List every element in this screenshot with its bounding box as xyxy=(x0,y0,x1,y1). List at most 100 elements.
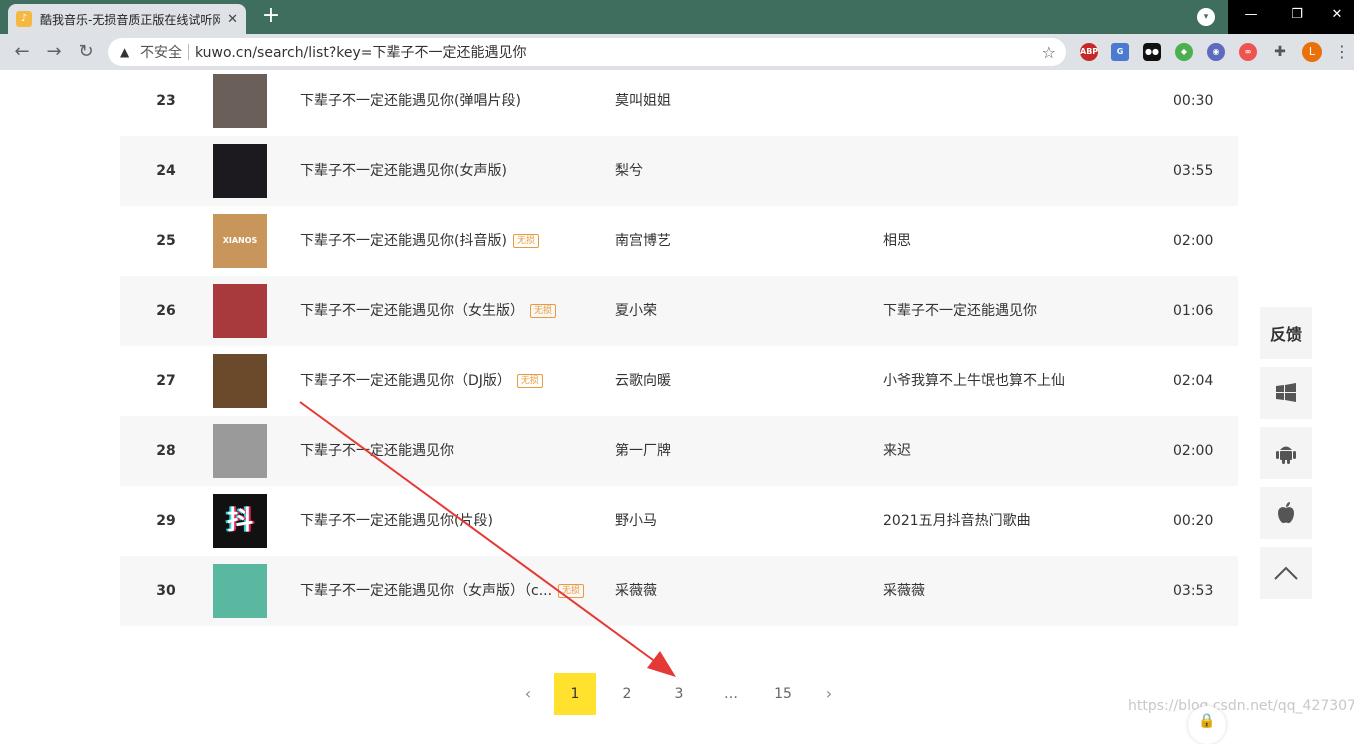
lossless-badge: 无损 xyxy=(530,304,557,318)
song-title-text[interactable]: 下辈子不一定还能遇见你(抖音版) xyxy=(300,233,507,249)
song-artist[interactable]: 南宫博艺 xyxy=(615,206,671,276)
song-row[interactable]: 29 抖 下辈子不一定还能遇见你(片段) 野小马 2021五月抖音热门歌曲 00… xyxy=(120,486,1238,556)
song-row[interactable]: 28 下辈子不一定还能遇见你 第一厂牌 来迟 02:00 xyxy=(120,416,1238,486)
song-title-text[interactable]: 下辈子不一定还能遇见你（女声版）（c... xyxy=(300,583,552,599)
browser-titlebar: ♪ 酷我音乐-无损音质正版在线试听网站 ✕ + ▾ — ❐ ✕ xyxy=(0,0,1354,34)
song-title[interactable]: 下辈子不一定还能遇见你(片段) xyxy=(300,486,493,556)
song-cover-image[interactable] xyxy=(213,354,267,408)
forward-arrow-icon[interactable]: → xyxy=(42,40,66,64)
song-title[interactable]: 下辈子不一定还能遇见你（女生版） 无损 xyxy=(300,276,557,346)
song-album[interactable]: 2021五月抖音热门歌曲 xyxy=(883,486,1031,556)
back-arrow-icon[interactable]: ← xyxy=(10,40,34,64)
window-maximize-button[interactable]: ❐ xyxy=(1274,0,1320,34)
next-page-button[interactable]: › xyxy=(808,673,850,715)
infinity-extension-icon[interactable]: ∞ xyxy=(1239,43,1257,61)
song-title[interactable]: 下辈子不一定还能遇见你(弹唱片段) xyxy=(300,66,521,136)
song-index: 28 xyxy=(156,443,176,459)
song-duration: 03:53 xyxy=(1173,583,1214,599)
song-row[interactable]: 25 XIANOS 下辈子不一定还能遇见你(抖音版) 无损 南宫博艺 相思 02:… xyxy=(120,206,1238,276)
browser-toolbar: ← → ↻ ▲ 不安全 kuwo.cn/search/list?key=下辈子不… xyxy=(0,34,1354,70)
extension-icon[interactable]: ◉ xyxy=(1207,43,1225,61)
window-minimize-button[interactable]: — xyxy=(1228,0,1274,34)
song-album[interactable]: 来迟 xyxy=(883,416,911,486)
song-cover-image[interactable]: XIANOS xyxy=(213,214,267,268)
song-cover-image[interactable]: 抖 xyxy=(213,494,267,548)
window-close-button[interactable]: ✕ xyxy=(1320,0,1354,34)
tab-search-icon[interactable]: ▾ xyxy=(1197,8,1215,26)
song-row[interactable]: 30 下辈子不一定还能遇见你（女声版）（c... 无损 采薇薇 采薇薇 03:53 xyxy=(120,556,1238,626)
song-album[interactable]: 小爷我算不上牛氓也算不上仙 xyxy=(883,346,1065,416)
bookmark-star-icon[interactable]: ☆ xyxy=(1042,43,1056,62)
puzzle-extensions-icon[interactable]: ✚ xyxy=(1271,43,1289,61)
song-album[interactable]: 相思 xyxy=(883,206,911,276)
song-title-text[interactable]: 下辈子不一定还能遇见你（女生版） xyxy=(300,303,524,319)
song-duration: 03:55 xyxy=(1173,163,1214,179)
page-2-button[interactable]: 2 xyxy=(606,673,648,715)
song-row[interactable]: 26 下辈子不一定还能遇见你（女生版） 无损 夏小荣 下辈子不一定还能遇见你 01… xyxy=(120,276,1238,346)
song-cover-image[interactable] xyxy=(213,144,267,198)
adblock-extension-icon[interactable]: ABP xyxy=(1080,43,1098,61)
browser-menu-icon[interactable]: ⋮ xyxy=(1334,42,1350,61)
csdn-watermark: https://blog.csdn.net/qq_42730750 xyxy=(1128,698,1354,714)
song-artist[interactable]: 野小马 xyxy=(615,486,657,556)
chevron-up-icon xyxy=(1274,566,1298,580)
song-title[interactable]: 下辈子不一定还能遇见你(女声版) xyxy=(300,136,507,206)
kuwo-favicon-icon: ♪ xyxy=(16,11,32,27)
song-cover-image[interactable] xyxy=(213,74,267,128)
prev-page-button[interactable]: ‹ xyxy=(507,673,549,715)
song-row[interactable]: 23 下辈子不一定还能遇见你(弹唱片段) 莫叫姐姐 00:30 xyxy=(120,66,1238,136)
song-title-text[interactable]: 下辈子不一定还能遇见你（DJ版） xyxy=(300,373,511,389)
warning-icon: ▲ xyxy=(120,45,130,59)
tampermonkey-extension-icon[interactable]: ●● xyxy=(1143,43,1161,61)
song-title[interactable]: 下辈子不一定还能遇见你（女声版）（c... 无损 xyxy=(300,556,585,626)
lossless-badge: 无损 xyxy=(512,234,539,248)
song-artist[interactable]: 夏小荣 xyxy=(615,276,657,346)
omnibox-divider xyxy=(188,44,189,60)
browser-tab[interactable]: ♪ 酷我音乐-无损音质正版在线试听网站 ✕ xyxy=(8,4,246,34)
song-album[interactable]: 下辈子不一定还能遇见你 xyxy=(883,276,1037,346)
song-title[interactable]: 下辈子不一定还能遇见你 xyxy=(300,416,454,486)
song-album[interactable]: 采薇薇 xyxy=(883,556,925,626)
tab-close-icon[interactable]: ✕ xyxy=(227,12,238,27)
lock-icon[interactable]: 🔒 xyxy=(1188,706,1226,744)
song-index: 26 xyxy=(156,303,176,319)
apple-download-button[interactable] xyxy=(1260,487,1312,539)
song-title[interactable]: 下辈子不一定还能遇见你（DJ版） 无损 xyxy=(300,346,543,416)
song-cover-image[interactable] xyxy=(213,424,267,478)
page-ellipsis: … xyxy=(724,686,738,702)
song-duration: 01:06 xyxy=(1173,303,1214,319)
song-title-text[interactable]: 下辈子不一定还能遇见你(片段) xyxy=(300,513,493,529)
windows-download-button[interactable] xyxy=(1260,367,1312,419)
translate-extension-icon[interactable]: G xyxy=(1111,43,1129,61)
song-artist[interactable]: 云歌向暖 xyxy=(615,346,671,416)
song-row[interactable]: 27 下辈子不一定还能遇见你（DJ版） 无损 云歌向暖 小爷我算不上牛氓也算不上仙… xyxy=(120,346,1238,416)
apple-icon xyxy=(1278,502,1294,524)
back-to-top-button[interactable] xyxy=(1260,547,1312,599)
song-row[interactable]: 24 下辈子不一定还能遇见你(女声版) 梨兮 03:55 xyxy=(120,136,1238,206)
lossless-badge: 无损 xyxy=(516,374,543,388)
new-tab-button[interactable]: + xyxy=(258,4,284,30)
url-text[interactable]: kuwo.cn/search/list?key=下辈子不一定还能遇见你 xyxy=(195,42,527,62)
profile-avatar[interactable]: L xyxy=(1302,42,1322,62)
reload-icon[interactable]: ↻ xyxy=(74,40,98,64)
song-title[interactable]: 下辈子不一定还能遇见你(抖音版) 无损 xyxy=(300,206,539,276)
page-15-button[interactable]: 15 xyxy=(762,673,804,715)
address-bar[interactable]: ▲ 不安全 kuwo.cn/search/list?key=下辈子不一定还能遇见… xyxy=(108,38,1066,66)
feedback-button[interactable]: 反馈 xyxy=(1260,307,1312,359)
song-duration: 00:30 xyxy=(1173,93,1214,109)
song-cover-image[interactable] xyxy=(213,564,267,618)
windows-icon xyxy=(1276,383,1296,402)
song-title-text[interactable]: 下辈子不一定还能遇见你(女声版) xyxy=(300,163,507,179)
page-1-button[interactable]: 1 xyxy=(554,673,596,715)
song-artist[interactable]: 莫叫姐姐 xyxy=(615,66,671,136)
song-artist[interactable]: 第一厂牌 xyxy=(615,416,671,486)
song-title-text[interactable]: 下辈子不一定还能遇见你(弹唱片段) xyxy=(300,93,521,109)
cover-text: 抖 xyxy=(226,506,253,536)
song-cover-image[interactable] xyxy=(213,284,267,338)
song-artist[interactable]: 梨兮 xyxy=(615,136,643,206)
extension-icon[interactable]: ◆ xyxy=(1175,43,1193,61)
song-title-text[interactable]: 下辈子不一定还能遇见你 xyxy=(300,443,454,459)
page-3-button[interactable]: 3 xyxy=(658,673,700,715)
android-download-button[interactable] xyxy=(1260,427,1312,479)
song-artist[interactable]: 采薇薇 xyxy=(615,556,657,626)
